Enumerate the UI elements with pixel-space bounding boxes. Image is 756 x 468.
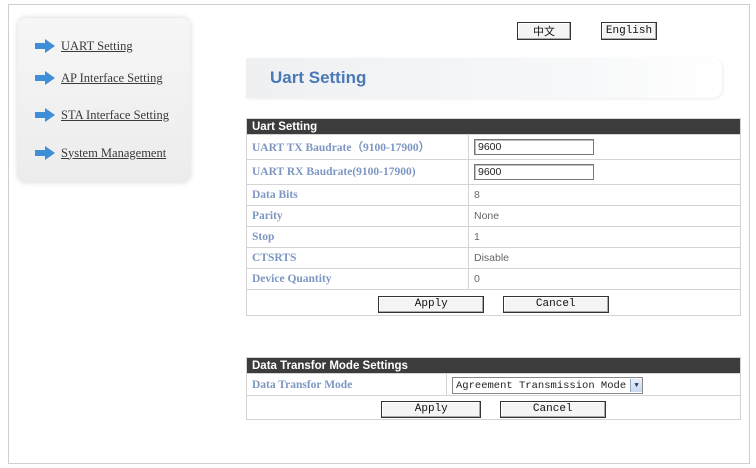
button-row: Apply Cancel bbox=[245, 289, 742, 316]
sidebar-item-label[interactable]: System Management bbox=[61, 146, 166, 161]
rx-baudrate-label: UART RX Baudrate(9100-17900) bbox=[246, 159, 469, 185]
english-language-button[interactable]: English bbox=[601, 22, 657, 40]
transfer-apply-button[interactable]: Apply bbox=[381, 400, 482, 418]
transfer-mode-header: Data Transfor Mode Settings bbox=[245, 357, 742, 374]
transfer-mode-label: Data Transfor Mode bbox=[246, 373, 447, 396]
chinese-language-button[interactable]: 中文 bbox=[517, 22, 571, 40]
device-quantity-value: 0 bbox=[467, 268, 742, 290]
sidebar-item-system-management[interactable]: System Management bbox=[34, 144, 166, 162]
arrow-right-icon bbox=[34, 71, 56, 85]
table-cell bbox=[467, 134, 742, 160]
sidebar-item-label[interactable]: UART Setting bbox=[61, 39, 133, 54]
transfer-cancel-button[interactable]: Cancel bbox=[499, 400, 606, 418]
sidebar-item-sta-interface[interactable]: STA Interface Setting bbox=[34, 106, 169, 124]
arrow-right-icon bbox=[34, 39, 56, 53]
uart-apply-button[interactable]: Apply bbox=[378, 295, 485, 313]
data-bits-label: Data Bits bbox=[246, 184, 469, 206]
button-cell: Apply Cancel bbox=[245, 289, 742, 316]
sidebar-item-label[interactable]: STA Interface Setting bbox=[61, 108, 169, 123]
sidebar-item-ap-interface[interactable]: AP Interface Setting bbox=[34, 69, 163, 87]
sidebar: UART Setting AP Interface Setting STA In… bbox=[18, 18, 190, 182]
ctsrts-value: Disable bbox=[467, 247, 742, 269]
arrow-right-icon bbox=[34, 108, 56, 122]
transfer-mode-table: Data Transfor Mode Settings Data Transfo… bbox=[245, 357, 742, 420]
page-title: Uart Setting bbox=[270, 68, 367, 87]
table-header-row: Data Transfor Mode Settings bbox=[245, 357, 742, 374]
table-row: CTSRTS Disable bbox=[246, 247, 742, 269]
transfer-mode-selected-value: Agreement Transmission Mode bbox=[456, 379, 627, 392]
transfer-mode-select[interactable]: Agreement Transmission Mode ▼ bbox=[452, 377, 644, 395]
uart-cancel-button[interactable]: Cancel bbox=[502, 295, 609, 313]
arrow-right-icon bbox=[34, 146, 56, 160]
table-row: Parity None bbox=[246, 205, 742, 227]
device-quantity-label: Device Quantity bbox=[246, 268, 469, 290]
uart-settings-table: Uart Setting UART TX Baudrate（9100-17900… bbox=[245, 118, 742, 316]
page-title-banner: Uart Setting bbox=[246, 58, 722, 98]
data-bits-value: 8 bbox=[467, 184, 742, 206]
table-row: Data Transfor Mode Agreement Transmissio… bbox=[246, 373, 742, 396]
sidebar-item-uart-setting[interactable]: UART Setting bbox=[34, 37, 133, 55]
table-row: Data Bits 8 bbox=[246, 184, 742, 206]
sidebar-item-label[interactable]: AP Interface Setting bbox=[61, 71, 163, 86]
table-header-row: Uart Setting bbox=[245, 118, 742, 135]
uart-settings-header: Uart Setting bbox=[245, 118, 742, 135]
parity-label: Parity bbox=[246, 205, 469, 227]
rx-baudrate-input[interactable] bbox=[474, 163, 594, 180]
chevron-down-icon[interactable]: ▼ bbox=[630, 379, 643, 393]
stop-value: 1 bbox=[467, 226, 742, 248]
table-row: Device Quantity 0 bbox=[246, 268, 742, 290]
button-cell: Apply Cancel bbox=[245, 395, 742, 420]
ctsrts-label: CTSRTS bbox=[246, 247, 469, 269]
tx-baudrate-label: UART TX Baudrate（9100-17900） bbox=[246, 134, 469, 160]
table-cell: Agreement Transmission Mode ▼ bbox=[445, 373, 742, 396]
table-row: UART RX Baudrate(9100-17900) bbox=[246, 159, 742, 185]
table-row: UART TX Baudrate（9100-17900） bbox=[246, 134, 742, 160]
tx-baudrate-input[interactable] bbox=[474, 138, 594, 155]
table-row: Stop 1 bbox=[246, 226, 742, 248]
stop-label: Stop bbox=[246, 226, 469, 248]
parity-value: None bbox=[467, 205, 742, 227]
button-row: Apply Cancel bbox=[245, 395, 742, 420]
table-cell bbox=[467, 159, 742, 185]
